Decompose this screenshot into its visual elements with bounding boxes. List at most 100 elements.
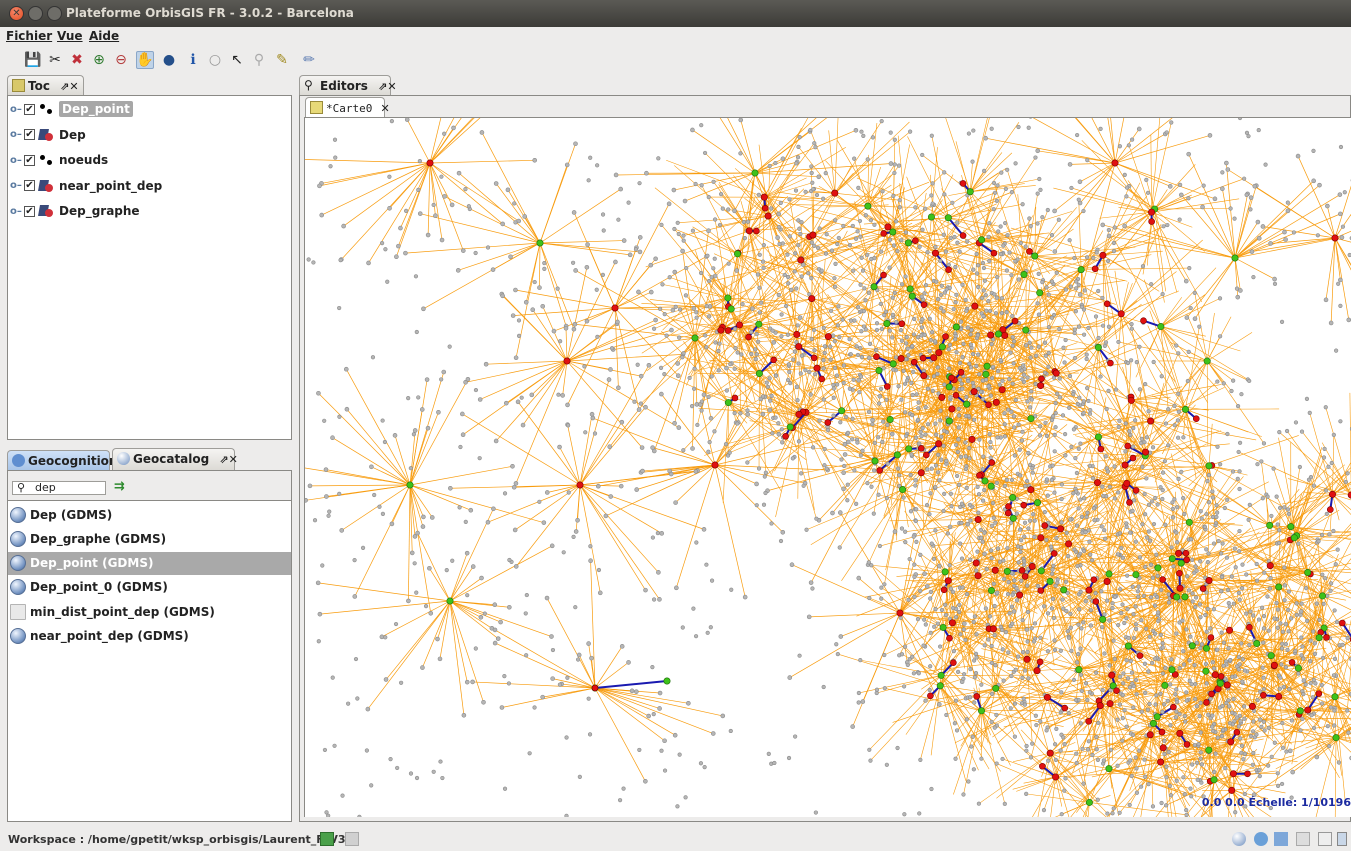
layer-visibility-checkbox[interactable]: ✔ xyxy=(24,154,35,166)
grey-point xyxy=(421,306,426,312)
tree-handle-icon[interactable]: o– xyxy=(10,129,24,140)
grey-point xyxy=(935,297,941,302)
toc-layer-row[interactable]: o– ✔ noeuds xyxy=(10,151,108,169)
grey-point xyxy=(986,234,991,239)
layer-visibility-checkbox[interactable]: ✔ xyxy=(24,103,35,115)
tab-geocatalog[interactable]: Geocatalog ⇗✕ xyxy=(112,448,238,470)
draw-menu-icon[interactable]: ✎ xyxy=(273,51,291,69)
grey-point xyxy=(832,276,837,281)
close-icon[interactable]: ⇗✕ xyxy=(219,453,237,466)
map-edge xyxy=(539,242,541,288)
map-edge xyxy=(1151,118,1161,213)
grey-point xyxy=(498,619,503,625)
geocatalog-item[interactable]: Dep_point_0 (GDMS) xyxy=(8,576,290,599)
geocatalog-item[interactable]: Dep (GDMS) xyxy=(8,503,290,526)
map-edge xyxy=(594,687,714,734)
grey-point xyxy=(1283,237,1288,242)
grey-point xyxy=(860,699,866,704)
map-canvas[interactable]: 0.0 0.0 Échelle: 1/10196 xyxy=(304,117,1351,817)
grey-point xyxy=(1207,133,1213,138)
clear-selection-icon[interactable]: ○ xyxy=(206,51,224,69)
layer-visibility-checkbox[interactable]: ✔ xyxy=(24,129,35,140)
map-edge xyxy=(319,162,431,187)
grey-point xyxy=(330,435,335,441)
grey-point xyxy=(877,401,882,406)
layer-visibility-checkbox[interactable]: ✔ xyxy=(24,205,35,217)
grey-point xyxy=(762,474,767,479)
grey-point xyxy=(1068,284,1073,289)
tree-handle-icon[interactable]: o– xyxy=(10,180,24,191)
tools-icon[interactable]: ✂ xyxy=(46,51,64,69)
grey-point xyxy=(767,376,772,381)
menu-fichier[interactable]: Fichier xyxy=(6,29,52,43)
tab-toc[interactable]: Toc ⇗✕ xyxy=(7,75,84,95)
close-icon[interactable]: ⇗✕ xyxy=(378,80,396,93)
tree-handle-icon[interactable]: o– xyxy=(10,206,24,217)
grey-point xyxy=(1020,202,1025,207)
grey-point xyxy=(464,679,470,685)
grey-point xyxy=(882,313,887,318)
map-edge xyxy=(1114,118,1173,164)
grey-point xyxy=(643,778,648,784)
geocatalog-item[interactable]: near_point_dep (GDMS) xyxy=(8,625,290,648)
close-icon[interactable]: ⇗✕ xyxy=(60,80,78,93)
map-edge xyxy=(1091,118,1116,164)
grey-point xyxy=(544,490,550,495)
pan-hand-icon[interactable]: ✋ xyxy=(136,51,154,69)
toc-layer-row[interactable]: o– ✔ Dep_graphe xyxy=(10,202,140,220)
grey-point xyxy=(613,172,619,178)
grey-point xyxy=(520,422,526,428)
layer-visibility-checkbox[interactable]: ✔ xyxy=(24,180,35,191)
clear-icon[interactable]: ✖ xyxy=(68,51,86,69)
grey-point xyxy=(461,712,467,718)
map-edge xyxy=(1208,465,1248,476)
map-edge xyxy=(343,162,431,227)
grey-point xyxy=(607,444,613,450)
grey-point xyxy=(540,694,545,700)
edit-menu-icon[interactable]: ✏ xyxy=(300,51,318,69)
menu-aide[interactable]: Aide xyxy=(89,29,119,43)
close-icon[interactable]: ✕ xyxy=(381,102,390,115)
tab-carte0[interactable]: *Carte0 ✕ xyxy=(305,97,390,117)
grey-point xyxy=(495,636,501,641)
geocatalog-item[interactable]: Dep_graphe (GDMS) xyxy=(8,527,290,550)
grey-point xyxy=(439,237,445,243)
menu-vue[interactable]: Vue xyxy=(57,29,83,43)
grey-point xyxy=(699,183,704,188)
select-arrow-icon[interactable]: ↖ xyxy=(228,51,246,69)
save-icon[interactable]: 💾 xyxy=(24,51,42,69)
toc-layer-label: Dep xyxy=(59,127,86,142)
grey-point xyxy=(732,208,737,214)
zoom-selection-icon[interactable]: ⚲ xyxy=(250,51,268,69)
zoom-in-icon[interactable]: ⊕ xyxy=(90,51,108,69)
tab-geocognition[interactable]: Geocognition xyxy=(7,450,117,470)
grey-point xyxy=(761,242,766,248)
tree-handle-icon[interactable]: o– xyxy=(10,155,24,166)
tab-editors[interactable]: ⚲ Editors ⇗✕ xyxy=(299,75,397,95)
grey-point xyxy=(394,254,399,260)
window-maximize-button[interactable] xyxy=(47,6,62,21)
clear-filter-icon[interactable]: ⇉ xyxy=(114,480,128,495)
toc-layer-row[interactable]: o– ✔ Dep_point xyxy=(10,100,133,118)
toc-layer-row[interactable]: o– ✔ near_point_dep xyxy=(10,177,162,195)
info-icon[interactable]: ℹ xyxy=(184,51,202,69)
geocatalog-search-input[interactable]: ⚲ dep xyxy=(12,481,106,495)
window-close-button[interactable]: ✕ xyxy=(9,6,24,21)
grey-point xyxy=(618,483,624,489)
zoom-out-icon[interactable]: ⊖ xyxy=(112,51,130,69)
geocatalog-item[interactable]: Dep_point (GDMS) xyxy=(8,551,291,575)
grey-point xyxy=(638,373,644,379)
full-extent-icon[interactable]: ● xyxy=(160,51,178,69)
map-edge xyxy=(1179,733,1257,735)
toc-layer-row[interactable]: o– ✔ Dep xyxy=(10,126,86,144)
geocatalog-item[interactable]: min_dist_point_dep (GDMS) xyxy=(8,600,290,623)
map-edge xyxy=(1054,162,1116,212)
point-layer-icon xyxy=(39,153,55,167)
window-minimize-button[interactable] xyxy=(28,6,43,21)
map-edge xyxy=(566,354,684,362)
tree-handle-icon[interactable]: o– xyxy=(10,104,24,115)
grey-point xyxy=(1052,208,1057,214)
map-edge xyxy=(429,162,519,222)
grey-point xyxy=(954,292,959,297)
grey-point xyxy=(634,487,639,492)
